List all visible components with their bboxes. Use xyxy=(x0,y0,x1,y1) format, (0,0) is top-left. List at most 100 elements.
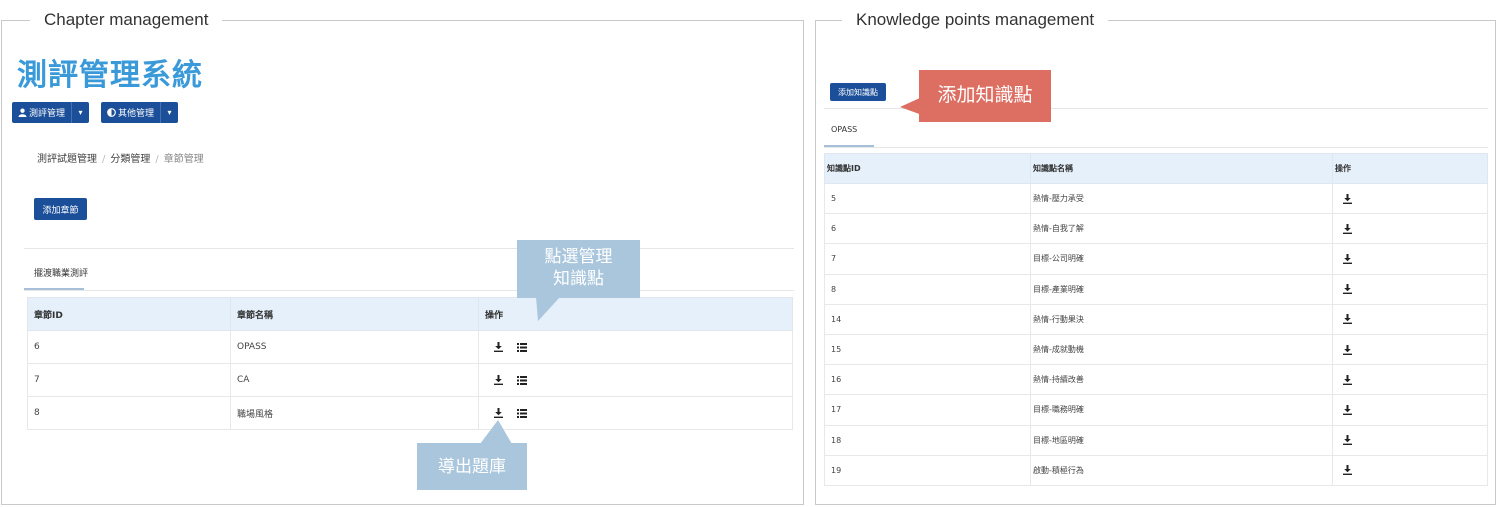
top-menu: 測評管理 ▾ 其他管理 ▾ xyxy=(12,102,179,123)
knowledge-point-name: 啟動-積極行為 xyxy=(1030,454,1333,486)
breadcrumb-item[interactable]: 測評試題管理 xyxy=(37,154,97,165)
download-icon[interactable] xyxy=(1343,193,1352,204)
other-menu-label: 其他管理 xyxy=(118,109,155,119)
column-header: 知識點名稱 xyxy=(1030,153,1333,184)
table-row: 7 CA xyxy=(27,363,793,397)
column-header: 章節ID xyxy=(27,297,231,331)
actions-cell xyxy=(478,330,793,364)
knowledge-point-id: 6 xyxy=(824,213,1031,245)
knowledge-point-name: 熱情-成就動機 xyxy=(1030,333,1333,366)
table-row: 8 目標-產業明確 xyxy=(824,273,1488,305)
knowledge-panel-title: Knowledge points management xyxy=(842,9,1109,31)
knowledge-point-name: 熱情-自我了解 xyxy=(1030,213,1333,245)
download-icon[interactable] xyxy=(1343,284,1352,295)
knowledge-point-id: 19 xyxy=(824,454,1031,486)
actions-cell xyxy=(1332,303,1488,335)
chapter-id: 6 xyxy=(27,330,231,364)
download-icon[interactable] xyxy=(494,375,503,385)
callout-line: 知識點 xyxy=(553,269,604,288)
callout-pointer xyxy=(536,297,560,321)
add-chapter-button[interactable]: 添加章節 xyxy=(34,198,87,220)
breadcrumb-item[interactable]: 分類管理 xyxy=(110,154,150,165)
knowledge-point-name: 目標-公司明確 xyxy=(1030,243,1333,275)
tab-opass[interactable]: OPASS xyxy=(831,125,857,134)
assessment-menu-label: 測評管理 xyxy=(29,109,66,119)
download-icon[interactable] xyxy=(1343,404,1352,415)
table-row: 18 目標-地區明確 xyxy=(824,424,1488,456)
download-icon[interactable] xyxy=(1343,223,1352,234)
column-header: 操作 xyxy=(1332,153,1488,184)
tab-assessment[interactable]: 擺渡職業測評 xyxy=(34,266,88,279)
knowledge-point-name: 熱情-行動果決 xyxy=(1030,303,1333,335)
download-icon[interactable] xyxy=(1343,253,1352,264)
knowledge-point-name: 目標-職務明確 xyxy=(1030,394,1333,426)
knowledge-point-id: 5 xyxy=(824,182,1031,215)
download-icon[interactable] xyxy=(494,342,503,352)
chapter-panel-title: Chapter management xyxy=(30,9,223,31)
knowledge-point-id: 16 xyxy=(824,364,1031,396)
chapter-name: OPASS xyxy=(230,330,479,364)
column-header: 知識點ID xyxy=(824,153,1031,184)
download-icon[interactable] xyxy=(1343,465,1352,476)
callout-manage-knowledge-points: 點選管理 知識點 xyxy=(517,240,640,298)
divider xyxy=(24,290,794,291)
chapter-name: 職場風格 xyxy=(230,396,479,430)
knowledge-point-id: 15 xyxy=(824,333,1031,366)
knowledge-point-id: 14 xyxy=(824,303,1031,335)
half-circle-icon xyxy=(107,108,116,117)
chapter-id: 7 xyxy=(27,363,231,397)
knowledge-point-id: 18 xyxy=(824,424,1031,456)
chevron-down-icon[interactable]: ▾ xyxy=(71,102,89,123)
download-icon[interactable] xyxy=(1343,435,1352,446)
table-row: 6 OPASS xyxy=(27,330,793,364)
breadcrumb-current: 章節管理 xyxy=(163,154,204,165)
table-row: 7 目標-公司明確 xyxy=(824,243,1488,275)
actions-cell xyxy=(1332,424,1488,456)
assessment-menu-button[interactable]: 測評管理 ▾ xyxy=(12,102,90,123)
knowledge-point-id: 17 xyxy=(824,394,1031,426)
knowledge-point-id: 8 xyxy=(824,273,1031,305)
table-row: 14 熱情-行動果決 xyxy=(824,303,1488,335)
other-menu-button[interactable]: 其他管理 ▾ xyxy=(101,102,179,123)
user-icon xyxy=(18,108,27,117)
table-row: 5 熱情-壓力承受 xyxy=(824,182,1488,215)
knowledge-point-name: 目標-產業明確 xyxy=(1030,273,1333,305)
table-row: 19 啟動-積極行為 xyxy=(824,454,1488,486)
knowledge-points-table: 知識點ID 知識點名稱 操作 5 熱情-壓力承受 6 熱情-自我了解 7 目標-公司明確 8… xyxy=(824,153,1488,486)
callout-line: 點選管理 xyxy=(544,247,613,266)
divider xyxy=(824,147,1488,148)
download-icon[interactable] xyxy=(1343,314,1352,325)
table-header-row: 知識點ID 知識點名稱 操作 xyxy=(824,153,1488,184)
callout-pointer xyxy=(480,420,512,444)
actions-cell xyxy=(1332,364,1488,396)
breadcrumb: 測評試題管理 / 分類管理 / 章節管理 xyxy=(37,154,204,165)
chevron-down-icon[interactable]: ▾ xyxy=(160,102,178,123)
chapter-id: 8 xyxy=(27,396,231,430)
knowledge-point-name: 熱情-持續改善 xyxy=(1030,364,1333,396)
actions-cell xyxy=(1332,273,1488,305)
table-row: 15 熱情-成就動機 xyxy=(824,333,1488,366)
table-header-row: 章節ID 章節名稱 操作 xyxy=(27,297,793,331)
actions-cell xyxy=(1332,394,1488,426)
app-title: 測評管理系統 xyxy=(17,58,203,93)
download-icon[interactable] xyxy=(494,408,503,418)
column-header: 操作 xyxy=(478,297,793,331)
actions-cell xyxy=(478,396,793,430)
download-icon[interactable] xyxy=(1343,374,1352,385)
list-icon[interactable] xyxy=(517,375,527,385)
column-header: 章節名稱 xyxy=(230,297,479,331)
actions-cell xyxy=(1332,454,1488,486)
list-icon[interactable] xyxy=(517,342,527,352)
actions-cell xyxy=(1332,213,1488,245)
chapter-name: CA xyxy=(230,363,479,397)
knowledge-points-panel: Knowledge points management 添加知識點 OPASS … xyxy=(815,9,1496,505)
table-row: 6 熱情-自我了解 xyxy=(824,213,1488,245)
callout-add-knowledge-point: 添加知識點 xyxy=(919,70,1051,122)
list-icon[interactable] xyxy=(517,408,527,418)
download-icon[interactable] xyxy=(1343,344,1352,355)
actions-cell xyxy=(1332,243,1488,275)
knowledge-point-name: 熱情-壓力承受 xyxy=(1030,182,1333,215)
knowledge-point-id: 7 xyxy=(824,243,1031,275)
chapter-table: 章節ID 章節名稱 操作 6 OPASS 7 CA 8 職場風格 xyxy=(27,297,793,430)
add-knowledge-point-button[interactable]: 添加知識點 xyxy=(830,83,886,101)
